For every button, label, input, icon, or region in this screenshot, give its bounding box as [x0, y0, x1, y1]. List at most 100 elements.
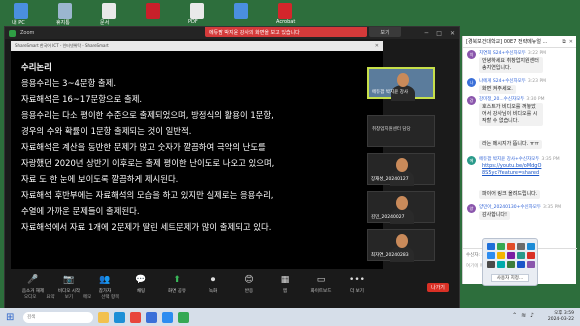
shared-window-bar: ShareSmart 한국어 ICT - 인터넷위탁 - ShareSmart … — [11, 41, 383, 51]
desktop-shortcut[interactable]: 내 PC — [6, 0, 40, 26]
participant-tile[interactable]: 장재성_20240127 — [367, 153, 435, 186]
tray-app-icon[interactable] — [487, 261, 495, 268]
message-time: 3:22 PM — [527, 51, 547, 56]
minimize-button[interactable]: ─ — [425, 30, 429, 37]
reactions-button[interactable]: 😊 반응 — [231, 275, 267, 294]
slide-text-line: 수열에 가까운 문제들이 출제된다. — [21, 206, 140, 216]
desktop-shortcut-label: 내 PC — [12, 20, 25, 26]
customize-button[interactable]: 사용자 지정... — [491, 274, 529, 282]
tray-app-icon[interactable] — [527, 243, 535, 250]
apps-icon: ▦ — [280, 275, 290, 285]
more-button[interactable]: ••• 더 보기 — [339, 275, 375, 294]
tray-app-icon[interactable] — [507, 243, 515, 250]
sub-toolbar-item[interactable]: 선택 항목 — [101, 294, 119, 306]
clock[interactable]: 오후 3:59 2024-03-22 — [548, 311, 574, 323]
tray-app-icon[interactable] — [517, 243, 525, 250]
desktop-shortcut[interactable] — [226, 0, 260, 26]
chat-button[interactable]: 💬 채팅 — [123, 275, 159, 294]
shared-window-title: ShareSmart 한국어 ICT - 인터넷위탁 - ShareSmart — [15, 43, 109, 48]
message-text: 감사합니다! — [479, 211, 511, 220]
view-options-button[interactable]: 보기 — [369, 27, 401, 37]
store-icon[interactable] — [146, 311, 157, 323]
participant-tile[interactable]: 취창업지원센터 담당 — [367, 115, 435, 147]
participant-tile[interactable]: 에듀팜 박지윤 강사 — [367, 67, 435, 101]
sub-toolbar-item[interactable]: 메모 — [83, 294, 91, 306]
participant-name: 에듀팜 박지윤 강사 — [372, 90, 408, 95]
tray-app-icon[interactable] — [517, 252, 525, 259]
file-explorer-icon[interactable] — [98, 311, 109, 323]
record-label: 녹화 — [208, 289, 218, 294]
sub-toolbar-item[interactable]: 요약 — [46, 294, 54, 306]
participant-tile[interactable]: 김민_20240027 — [367, 191, 435, 224]
slide-text-line: 자랑했던 2020년 상반기 이후로는 출제 평이한 난이도로 나오고 있으며, — [21, 158, 275, 168]
slide-text-line: 응용수리는 다소 평이한 수준으로 출제되었으며, 방정식의 활용이 1문항, — [21, 110, 274, 120]
search-placeholder: 검색 — [27, 315, 36, 320]
tray-icon-grid — [487, 243, 535, 268]
shared-slide: 수리논리 응용수리는 3~4문항 출제. 자료해석은 16~17문항으로 출제. 응… — [11, 51, 383, 269]
chrome-icon[interactable] — [130, 311, 141, 323]
windows-start-icon[interactable]: ⊞ — [6, 312, 18, 323]
wifi-icon[interactable]: ≋ — [521, 312, 526, 319]
close-icon[interactable]: ✕ — [569, 39, 573, 45]
window-title: Zoom — [20, 30, 35, 36]
slide-text-line: 자료해석은 계산을 동반한 문제가 많고 숫자가 깔끔하여 극악의 난도를 — [21, 142, 266, 152]
apps-label: 앱 — [282, 289, 288, 294]
chat-header: [경북보건대학교] 00E7 전략메뉴얼 ... ⧉ ✕ — [463, 36, 576, 48]
reactions-icon: 😊 — [244, 275, 254, 285]
whiteboard-icon: ▭ — [316, 275, 326, 285]
whiteboard-label: 화이트보드 — [310, 289, 332, 294]
desktop-shortcut[interactable]: Acrobat — [270, 0, 304, 26]
tray-app-icon[interactable] — [497, 243, 505, 250]
participant-tile[interactable]: 최자연_20240283 — [367, 229, 435, 262]
mute-icon: 🎤 — [27, 275, 39, 285]
tray-app-icon[interactable] — [507, 252, 515, 259]
slide-body: 응용수리는 3~4문항 출제. 자료해석은 16~17문항으로 출제. 응용수리는 … — [21, 75, 373, 235]
edge-icon[interactable] — [114, 311, 125, 323]
system-tray: ⌃ ≋ ♪ — [512, 312, 534, 319]
shield-icon — [9, 29, 16, 37]
taskbar-search[interactable]: 검색 — [23, 311, 93, 323]
sub-toolbar-item[interactable]: 보기 — [65, 294, 73, 306]
desktop-shortcut[interactable]: 문서 — [94, 0, 128, 26]
zoom-icon[interactable] — [162, 311, 173, 323]
message-link[interactable]: https://youtu.be/oMdgO8S5yc?feature=shar… — [479, 163, 547, 177]
sender-name: 나에게 S24+수신자모두 — [479, 79, 526, 84]
close-button[interactable]: ✕ — [450, 30, 455, 37]
tray-app-icon[interactable] — [507, 261, 515, 268]
tray-app-icon[interactable] — [527, 261, 535, 268]
whiteboard-button[interactable]: ▭ 화이트보드 — [303, 275, 339, 294]
chevron-up-icon[interactable]: ⌃ — [512, 312, 517, 319]
record-icon: ⏺ — [210, 275, 216, 285]
sender-name: 강미정_20...수신자모두 — [479, 97, 525, 102]
sub-toolbar-item[interactable]: 오디오 — [24, 294, 36, 306]
message-text: 안녕하세요 취창업지원센터 송지연입니다. — [479, 57, 543, 73]
tray-app-icon[interactable] — [497, 252, 505, 259]
tray-app-icon[interactable] — [497, 261, 505, 268]
mute-button[interactable]: 🎤 음소거 해제 — [15, 275, 51, 294]
video-button[interactable]: 📷 비디오 시작 — [51, 275, 87, 294]
slide-title: 수리논리 — [21, 62, 52, 72]
message-text: 파이어 링크 올려드립니다. — [479, 190, 541, 199]
apps-button[interactable]: ▦ 앱 — [267, 275, 303, 294]
desktop-shortcut-label: 문서 — [100, 20, 110, 26]
popout-icon[interactable]: ⧉ — [562, 39, 566, 45]
tray-app-icon[interactable] — [487, 243, 495, 250]
share-button[interactable]: ⬆ 화면 공유 — [159, 275, 195, 294]
volume-icon[interactable]: ♪ — [530, 312, 534, 319]
participants-button[interactable]: 👥 참가자 — [87, 275, 123, 294]
desktop-shortcut[interactable] — [138, 0, 172, 26]
maximize-button[interactable]: □ — [436, 30, 442, 37]
recycle-bin-icon — [58, 3, 72, 19]
avatar: 양 — [467, 204, 476, 213]
view-label: 보기 — [380, 29, 390, 36]
avatar: 나 — [467, 78, 476, 87]
tray-app-icon[interactable] — [517, 261, 525, 268]
close-icon[interactable]: ✕ — [375, 43, 379, 49]
leave-button[interactable]: 나가기 — [427, 283, 449, 292]
desktop-shortcut[interactable]: 휴지통 — [50, 0, 84, 26]
desktop-shortcut[interactable]: PDF — [182, 0, 216, 26]
app-icon[interactable] — [178, 311, 189, 323]
record-button[interactable]: ⏺ 녹화 — [195, 275, 231, 294]
tray-app-icon[interactable] — [487, 252, 495, 259]
tray-app-icon[interactable] — [527, 252, 535, 259]
